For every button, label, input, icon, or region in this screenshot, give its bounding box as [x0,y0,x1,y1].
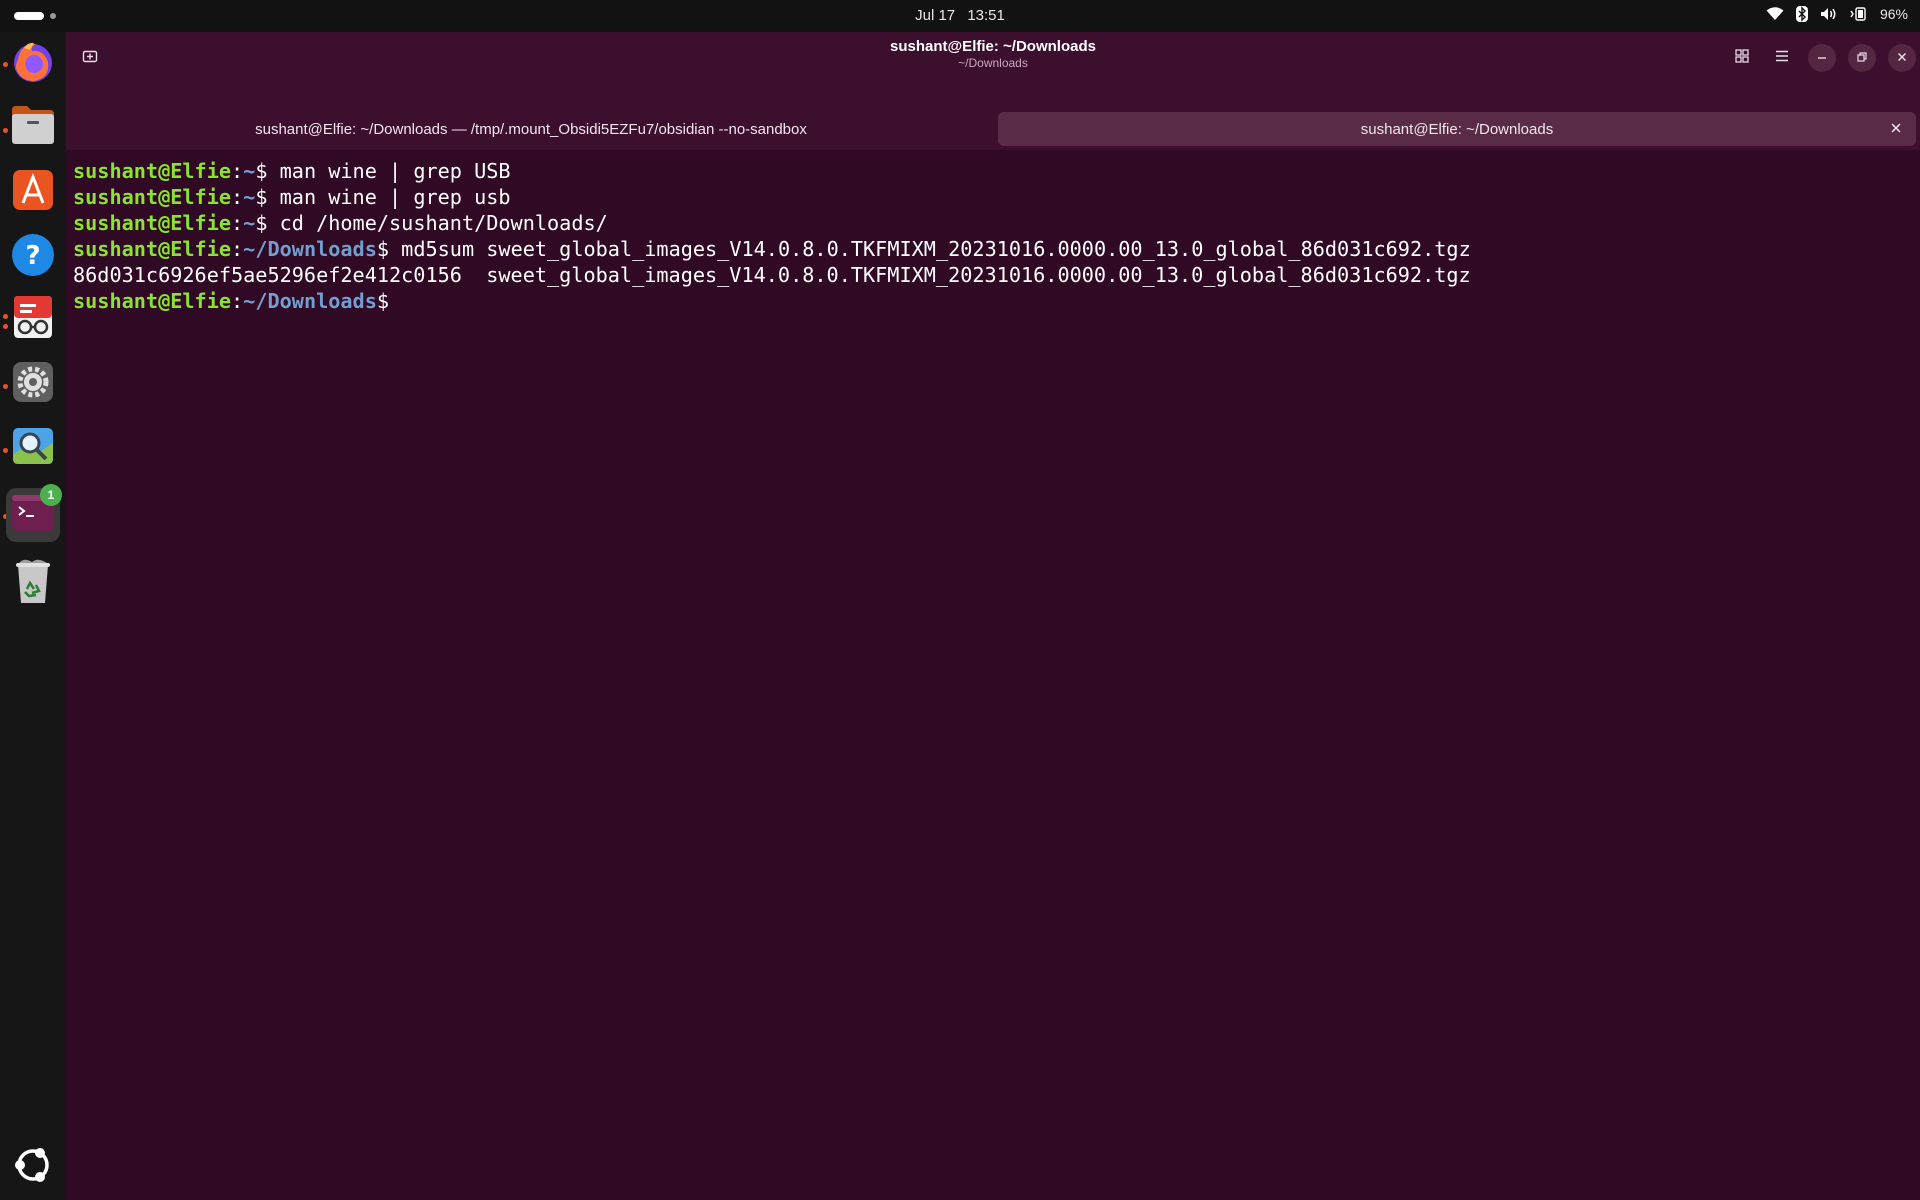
command-text: md5sum sweet_global_images_V14.0.8.0.TKF… [389,237,1471,261]
prompt-path: ~ [243,185,256,209]
notification-badge: 1 [40,484,62,506]
hamburger-icon [1775,49,1789,67]
dock-help[interactable]: ? [6,230,60,284]
window-subtitle: ~/Downloads [958,56,1028,70]
dock-show-apps[interactable] [6,1140,60,1194]
tab-overview-button[interactable] [1728,44,1756,72]
prompt-path: ~ [243,159,256,183]
restore-button[interactable] [1848,44,1876,72]
prompt-separator: : [231,237,244,261]
bluetooth-icon [1795,6,1808,22]
terminal-line: 86d031c6926ef5ae5296ef2e412c0156 sweet_g… [73,262,1920,288]
window-title: sushant@Elfie: ~/Downloads [890,38,1096,55]
prompt-user: sushant@Elfie [73,289,232,313]
prompt-symbol: $ [255,185,268,209]
terminal-line: sushant@Elfie:~/Downloads$ [73,288,1920,314]
prompt-symbol: $ [376,237,390,261]
terminal-line: sushant@Elfie:~/Downloads$ md5sum sweet_… [73,236,1920,262]
terminal-line: sushant@Elfie:~$ cd /home/sushant/Downlo… [73,210,1920,236]
terminal-output[interactable]: sushant@Elfie:~$ man wine | grep USB sush… [66,150,1920,1200]
prompt-separator: : [231,159,244,183]
terminal-window: sushant@Elfie: ~/Downloads ~/Downloads s… [66,32,1920,1200]
prompt-separator: : [231,185,244,209]
dock: ? 1 [0,32,66,1200]
prompt-symbol: $ [376,289,390,313]
svg-text:?: ? [25,241,40,271]
prompt-symbol: $ [255,211,268,235]
close-icon [1891,120,1901,138]
trash-icon [10,557,56,610]
dock-image-viewer[interactable] [6,421,60,475]
command-text: man wine | grep USB [267,159,511,183]
tab-bar: sushant@Elfie: ~/Downloads — /tmp/.mount… [66,80,1920,150]
system-tray[interactable]: 96% [1766,6,1908,22]
menu-button[interactable] [1768,44,1796,72]
prompt-path: ~/Downloads [243,289,377,313]
prompt-user: sushant@Elfie [73,159,232,183]
app-center-icon [10,167,56,218]
tab-obsidian[interactable]: sushant@Elfie: ~/Downloads — /tmp/.mount… [70,112,992,146]
dock-settings[interactable] [6,357,60,411]
restore-icon [1857,49,1867,67]
tab-label: sushant@Elfie: ~/Downloads — /tmp/.mount… [255,120,807,138]
grid-icon [1735,48,1749,68]
prompt-user: sushant@Elfie [73,211,232,235]
dock-app-center[interactable] [6,165,60,219]
firefox-icon [10,38,56,89]
prompt-path: ~ [243,211,256,235]
clock-time: 13:51 [967,7,1005,24]
header-bar: sushant@Elfie: ~/Downloads ~/Downloads [66,32,1920,84]
command-text: cd /home/sushant/Downloads/ [267,211,608,235]
dock-trash[interactable] [6,556,60,610]
minimize-icon [1817,49,1827,67]
settings-icon [10,359,56,410]
prompt-path: ~/Downloads [243,237,377,261]
dock-terminal[interactable]: 1 [6,484,62,542]
clock[interactable]: Jul 17 13:51 [0,7,1920,24]
terminal-line: sushant@Elfie:~$ man wine | grep usb [73,184,1920,210]
document-viewer-icon [10,294,56,345]
volume-icon [1820,7,1838,21]
close-button[interactable] [1888,44,1916,72]
battery-percent: 96% [1879,6,1908,22]
clock-date: Jul 17 [915,7,956,24]
prompt-separator: : [231,211,244,235]
close-icon [1897,49,1907,67]
tab-label: sushant@Elfie: ~/Downloads [1360,120,1554,138]
prompt-symbol: $ [255,159,268,183]
dock-document-viewer[interactable] [6,292,60,346]
terminal-cursor [389,290,401,312]
dock-firefox[interactable] [6,36,60,90]
command-output: 86d031c6926ef5ae5296ef2e412c0156 sweet_g… [73,263,1471,287]
files-icon [10,104,56,151]
help-icon: ? [10,232,56,283]
image-viewer-icon [10,423,56,474]
wifi-icon [1766,7,1784,21]
tab-close-button[interactable] [1884,117,1908,141]
top-bar: Jul 17 13:51 96% [0,0,1920,32]
prompt-separator: : [231,289,244,313]
battery-icon [1850,7,1868,21]
dock-files[interactable] [6,100,60,154]
terminal-line: sushant@Elfie:~$ man wine | grep USB [73,158,1920,184]
prompt-user: sushant@Elfie [73,185,232,209]
prompt-user: sushant@Elfie [73,237,232,261]
tab-downloads[interactable]: sushant@Elfie: ~/Downloads [998,112,1916,146]
show-apps-icon [12,1144,54,1191]
command-text: man wine | grep usb [267,185,511,209]
minimize-button[interactable] [1808,44,1836,72]
